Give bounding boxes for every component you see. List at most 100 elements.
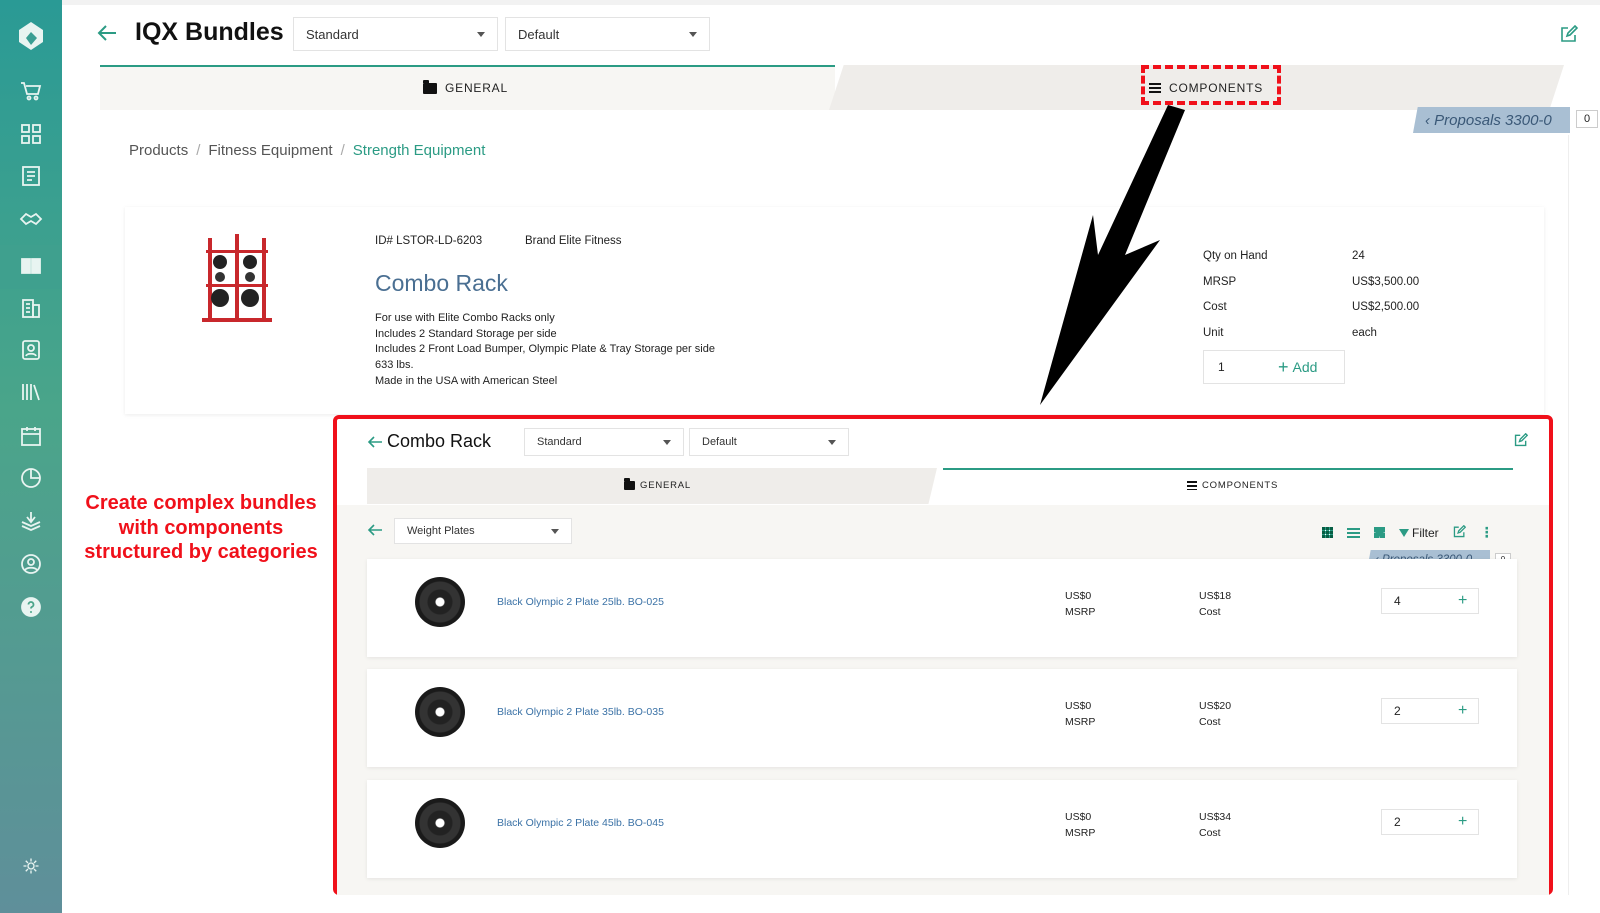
grid-large-icon[interactable] <box>1374 527 1385 538</box>
chart-pie-icon[interactable] <box>15 462 47 494</box>
annotation-text: Create complex bundles with components s… <box>75 491 327 565</box>
edit-icon[interactable] <box>1514 432 1529 447</box>
sidebar <box>0 0 62 913</box>
inset-type-select[interactable]: Standard <box>524 428 684 456</box>
component-qty: 4 + <box>1381 588 1479 614</box>
plate-image <box>415 577 465 627</box>
spec-label: Cost <box>1203 301 1227 313</box>
cost-value: US$18 <box>1199 590 1232 602</box>
component-row: Black Olympic 2 Plate 25lb. BO-025 US$0 M… <box>367 559 1517 657</box>
help-icon[interactable] <box>15 591 47 623</box>
type-select[interactable]: Standard <box>293 17 498 51</box>
spec-value: each <box>1352 326 1377 339</box>
annotation-line: with components <box>118 516 284 539</box>
chevron-down-icon <box>828 440 836 445</box>
plus-icon[interactable]: + <box>1458 702 1467 720</box>
dashboard-icon[interactable] <box>15 118 47 150</box>
msrp-label: MSRP <box>1065 716 1096 728</box>
folder-icon <box>423 79 437 94</box>
add-button-label: Add <box>1292 359 1318 375</box>
product-description: For use with Elite Combo Racks only Incl… <box>375 311 715 390</box>
component-name[interactable]: Black Olympic 2 Plate 35lb. BO-035 <box>497 706 664 718</box>
filter-icon <box>1399 528 1409 537</box>
view-select[interactable]: Default <box>505 17 710 51</box>
spec-value: US$2,500.00 <box>1352 301 1420 313</box>
inset-view-select[interactable]: Default <box>689 428 849 456</box>
folder-icon <box>624 478 635 490</box>
plus-icon[interactable]: + <box>1458 813 1467 831</box>
back-arrow-icon[interactable] <box>367 522 383 538</box>
proposal-count-badge: 0 <box>1576 110 1598 128</box>
inset-title: Combo Rack <box>387 431 492 451</box>
chevron-down-icon <box>663 440 671 445</box>
qty-input[interactable]: 2 <box>1382 704 1458 718</box>
category-select[interactable]: Weight Plates <box>394 518 572 544</box>
proposal-label: Proposals 3300-0 <box>1434 111 1552 129</box>
more-vertical-icon[interactable]: ⋮ <box>1480 524 1494 541</box>
filter-button[interactable]: Filter <box>1399 526 1439 540</box>
desc-line: Includes 2 Front Load Bumper, Olympic Pl… <box>375 343 715 356</box>
inset-screenshot: Combo Rack Standard Default GENERAL COMP… <box>333 415 1553 895</box>
back-arrow-icon[interactable] <box>367 434 383 450</box>
breadcrumb-current: Strength Equipment <box>352 142 486 159</box>
annotation-arrow <box>1040 105 1185 405</box>
plate-image <box>415 798 465 848</box>
building-icon[interactable] <box>15 292 47 324</box>
user-circle-icon[interactable] <box>15 548 47 580</box>
qty-input[interactable]: 2 <box>1382 815 1458 829</box>
logo-icon[interactable] <box>13 18 49 54</box>
msrp-label: MSRP <box>1065 827 1096 839</box>
list-view-icon[interactable] <box>1347 527 1360 538</box>
tab-general-label: GENERAL <box>423 79 508 95</box>
qty-input[interactable]: 1 <box>1204 360 1278 374</box>
top-border <box>62 0 1600 5</box>
inset-tab-components-text: COMPONENTS <box>1202 480 1279 491</box>
back-arrow-icon[interactable] <box>96 22 118 44</box>
document-icon[interactable] <box>15 160 47 192</box>
divider <box>1568 135 1569 895</box>
contacts-icon[interactable] <box>15 334 47 366</box>
handshake-icon[interactable] <box>15 202 47 234</box>
msrp-block: US$0 MSRP <box>1065 588 1095 620</box>
breadcrumb-sep: / <box>340 142 345 159</box>
msrp-value: US$0 <box>1065 700 1092 712</box>
cost-value: US$34 <box>1199 811 1232 823</box>
calendar-icon[interactable] <box>15 420 47 452</box>
cart-icon[interactable] <box>15 75 47 107</box>
edit-icon[interactable] <box>1453 524 1466 541</box>
components-highlight <box>1141 65 1281 105</box>
catalog-icon[interactable] <box>15 250 47 282</box>
plus-icon: + <box>1278 356 1289 377</box>
component-name[interactable]: Black Olympic 2 Plate 25lb. BO-025 <box>497 596 664 608</box>
breadcrumb-products[interactable]: Products <box>129 142 188 159</box>
breadcrumb-fitness[interactable]: Fitness Equipment <box>208 142 332 159</box>
page-title: IQX Bundles <box>135 18 284 46</box>
msrp-value: US$0 <box>1065 811 1092 823</box>
add-qty-control: 1 + Add <box>1203 350 1345 384</box>
library-icon[interactable] <box>15 376 47 408</box>
settings-gear-icon[interactable] <box>15 850 47 882</box>
plus-icon[interactable]: + <box>1458 592 1467 610</box>
inset-tab-general-text: GENERAL <box>640 480 692 491</box>
component-name[interactable]: Black Olympic 2 Plate 45lb. BO-045 <box>497 817 664 829</box>
stack-icon[interactable] <box>15 505 47 537</box>
edit-icon[interactable] <box>1560 24 1579 43</box>
grid-small-icon[interactable] <box>1322 527 1333 538</box>
spec-label: MRSP <box>1203 275 1237 288</box>
inset-toolbar: Filter ⋮ <box>1322 524 1494 541</box>
proposal-pill[interactable]: ‹ Proposals 3300-0 <box>1413 107 1570 133</box>
component-qty: 2 + <box>1381 809 1479 835</box>
filter-label: Filter <box>1412 525 1439 540</box>
inset-type-value: Standard <box>537 436 582 448</box>
spec-labels: Qty on Hand MRSP Cost Unit <box>1203 244 1268 346</box>
add-button[interactable]: + Add <box>1278 357 1317 378</box>
msrp-value: US$0 <box>1065 590 1092 602</box>
spec-label: Unit <box>1203 326 1224 339</box>
spec-value: US$3,500.00 <box>1352 275 1420 288</box>
cost-label: Cost <box>1199 827 1221 839</box>
component-row: Black Olympic 2 Plate 35lb. BO-035 US$0 M… <box>367 669 1517 767</box>
qty-input[interactable]: 4 <box>1382 594 1458 608</box>
chevron-down-icon <box>689 32 697 37</box>
spec-label: Qty on Hand <box>1203 250 1268 262</box>
category-value: Weight Plates <box>407 525 475 537</box>
